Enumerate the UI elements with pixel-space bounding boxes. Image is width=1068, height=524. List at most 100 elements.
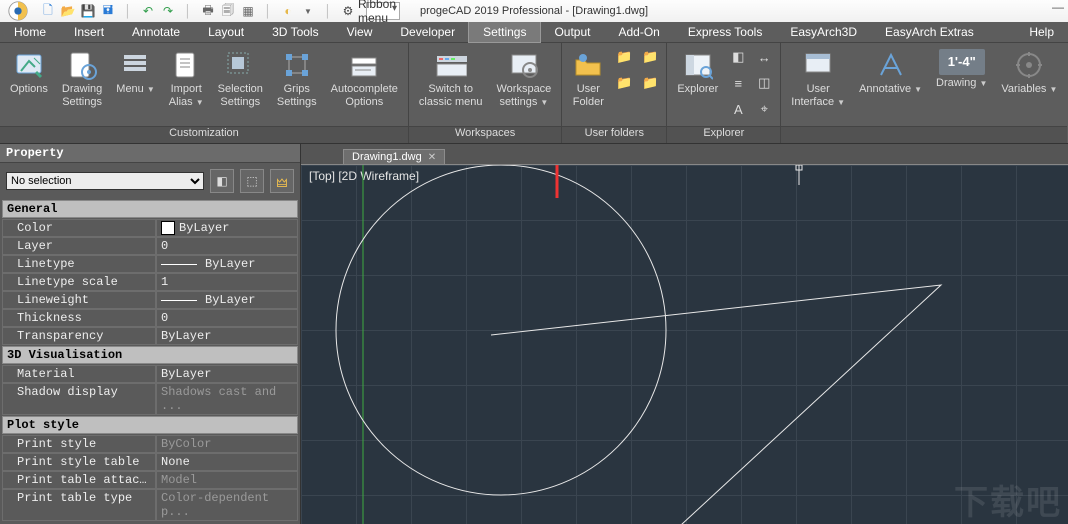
qat-sheet-icon[interactable]: ▦ <box>240 3 256 19</box>
prop-row[interactable]: Layer0 <box>2 237 298 255</box>
menu-layout[interactable]: Layout <box>194 22 258 42</box>
small-linetype-icon[interactable]: ≡ <box>728 73 748 93</box>
menu-view[interactable]: View <box>333 22 387 42</box>
small-ucs-icon[interactable]: ⌖ <box>754 99 774 119</box>
qat-prog-icon[interactable]: ◐ <box>280 3 296 19</box>
prop-value[interactable]: Shadows cast and ... <box>156 383 298 415</box>
menu-settings[interactable]: Settings <box>469 22 540 42</box>
document-tab[interactable]: Drawing1.dwg✕ <box>343 149 445 164</box>
autocomplete-icon <box>348 49 380 81</box>
prop-row[interactable]: LinetypeByLayer <box>2 255 298 273</box>
prop-row[interactable]: Thickness0 <box>2 309 298 327</box>
prop-key: Shadow display <box>2 383 156 415</box>
small-folder-icon[interactable]: 📁 <box>614 73 634 93</box>
menu-output[interactable]: Output <box>540 22 604 42</box>
user-folder-label: User Folder <box>573 83 604 108</box>
qat-save-icon[interactable]: 💾 <box>80 3 96 19</box>
switch-classic-icon <box>435 49 467 81</box>
switch-classic-button[interactable]: Switch to classic menu <box>415 47 487 110</box>
import-alias-button[interactable]: Import Alias ▼ <box>165 47 208 110</box>
property-panel: Property No selection ◧ ⬚ 🜲 GeneralColor… <box>0 144 301 524</box>
prop-row[interactable]: Print styleByColor <box>2 435 298 453</box>
qat-saveall-icon[interactable]: 🖬 <box>100 3 116 19</box>
options-button[interactable]: Options <box>6 47 52 98</box>
small-folder-icon[interactable]: 📁 <box>640 73 660 93</box>
selection-dropdown[interactable]: No selection <box>6 172 204 190</box>
prop-row[interactable]: Print style tableNone <box>2 453 298 471</box>
qat-new-icon[interactable]: 🗋 <box>40 3 56 19</box>
prop-key: Thickness <box>2 309 156 327</box>
autocomplete-options-button[interactable]: Autocomplete Options <box>327 47 402 110</box>
prop-section[interactable]: 3D Visualisation <box>2 346 298 364</box>
variables-button[interactable]: Variables ▼ <box>997 47 1061 98</box>
pickobj-icon[interactable]: ⬚ <box>240 169 264 193</box>
options-icon <box>13 49 45 81</box>
prop-row[interactable]: MaterialByLayer <box>2 365 298 383</box>
qat-preview-icon[interactable]: 🗐 <box>220 3 236 19</box>
prop-value[interactable]: None <box>156 453 298 471</box>
prop-value[interactable]: 0 <box>156 309 298 327</box>
prop-value[interactable]: 0 <box>156 237 298 255</box>
qat-redo-icon[interactable]: ↷ <box>160 3 176 19</box>
qat-undo-icon[interactable]: ↶ <box>140 3 156 19</box>
minimize-button[interactable]: — <box>1052 0 1064 14</box>
prop-value[interactable]: Color-dependent p... <box>156 489 298 521</box>
qat-print-icon[interactable]: 🖶 <box>200 3 216 19</box>
prop-section[interactable]: Plot style <box>2 416 298 434</box>
prop-value[interactable]: ByLayer <box>156 255 298 273</box>
small-layer-icon[interactable]: ◧ <box>728 47 748 67</box>
qat-sep2: │ <box>180 3 196 19</box>
quickselect-icon[interactable]: ◧ <box>210 169 234 193</box>
prop-row[interactable]: Print table attac…Model <box>2 471 298 489</box>
prop-value[interactable]: ByLayer <box>156 219 298 237</box>
menu-insert[interactable]: Insert <box>60 22 118 42</box>
prop-row[interactable]: TransparencyByLayer <box>2 327 298 345</box>
prop-value[interactable]: 1 <box>156 273 298 291</box>
prop-key: Transparency <box>2 327 156 345</box>
prop-value[interactable]: ByLayer <box>156 327 298 345</box>
drawing-canvas[interactable]: /* grid drawn by simple loop below */ [T… <box>301 164 1068 524</box>
menu-annotate[interactable]: Annotate <box>118 22 194 42</box>
menu-3dtools[interactable]: 3D Tools <box>258 22 332 42</box>
explorer-button[interactable]: Explorer <box>673 47 722 98</box>
menu-home[interactable]: Home <box>0 22 60 42</box>
menu-button[interactable]: Menu ▼ <box>112 47 159 98</box>
ribbon-mode-select[interactable]: Ribbon menu <box>366 2 400 20</box>
qat-open-icon[interactable]: 📂 <box>60 3 76 19</box>
menu-bar: Home Insert Annotate Layout 3D Tools Vie… <box>0 22 1068 43</box>
small-dimstyle-icon[interactable]: ↔ <box>754 47 774 67</box>
prop-row[interactable]: Linetype scale1 <box>2 273 298 291</box>
qat-dropdown-icon[interactable]: ▼ <box>300 3 316 19</box>
prop-value[interactable]: Model <box>156 471 298 489</box>
grips-settings-button[interactable]: Grips Settings <box>273 47 321 110</box>
small-textstyle-icon[interactable]: A <box>728 99 748 119</box>
small-block-icon[interactable]: ◫ <box>754 73 774 93</box>
small-folder-icon[interactable]: 📁 <box>614 47 634 67</box>
menu-easyarch3d[interactable]: EasyArch3D <box>776 22 871 42</box>
prop-value[interactable]: ByColor <box>156 435 298 453</box>
prop-row[interactable]: Print table typeColor-dependent p... <box>2 489 298 521</box>
prop-section[interactable]: General <box>2 200 298 218</box>
menu-addon[interactable]: Add-On <box>604 22 673 42</box>
workspace-settings-button[interactable]: Workspace settings ▼ <box>492 47 555 110</box>
annotative-icon <box>875 49 907 81</box>
prop-value[interactable]: ByLayer <box>156 291 298 309</box>
prop-row[interactable]: Shadow displayShadows cast and ... <box>2 383 298 415</box>
prop-value[interactable]: ByLayer <box>156 365 298 383</box>
prop-row[interactable]: ColorByLayer <box>2 219 298 237</box>
prop-row[interactable]: LineweightByLayer <box>2 291 298 309</box>
drawing-scale-button[interactable]: 1'-4"Drawing ▼ <box>932 47 991 92</box>
prop-key: Color <box>2 219 156 237</box>
user-folder-button[interactable]: User Folder <box>568 47 608 110</box>
menu-easyarchextras[interactable]: EasyArch Extras <box>871 22 988 42</box>
menu-help[interactable]: Help <box>1015 22 1068 42</box>
menu-developer[interactable]: Developer <box>386 22 469 42</box>
annotative-button[interactable]: Annotative ▼ <box>855 47 926 98</box>
selection-settings-button[interactable]: Selection Settings <box>214 47 267 110</box>
filter-icon[interactable]: 🜲 <box>270 169 294 193</box>
close-icon[interactable]: ✕ <box>428 152 436 163</box>
menu-expresstools[interactable]: Express Tools <box>674 22 776 42</box>
user-interface-button[interactable]: User Interface ▼ <box>787 47 849 110</box>
small-folder-icon[interactable]: 📁 <box>640 47 660 67</box>
drawing-settings-button[interactable]: Drawing Settings <box>58 47 106 110</box>
